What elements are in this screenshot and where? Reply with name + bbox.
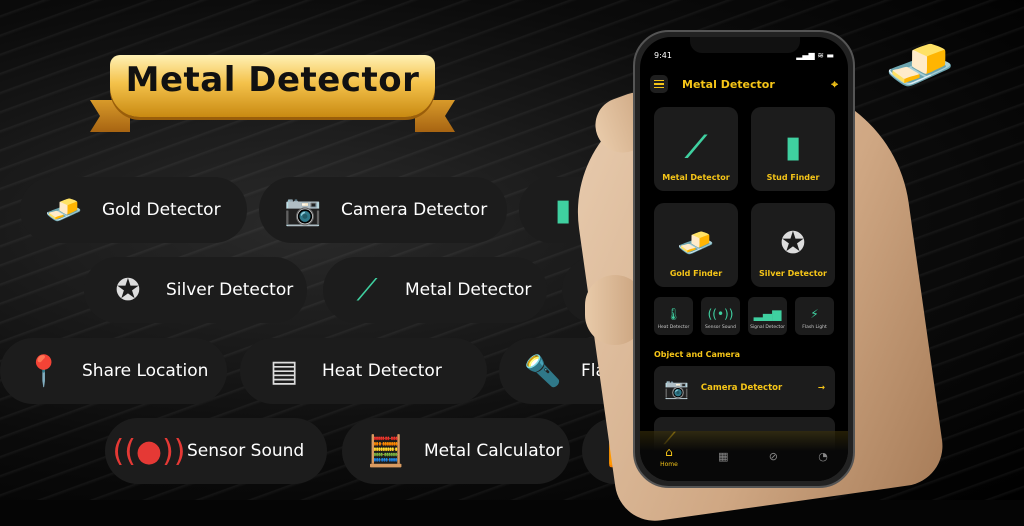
app-title: Metal Detector <box>682 77 775 91</box>
tool-heat-detector[interactable]: 🌡 Heat Detector <box>654 297 693 335</box>
location-icon[interactable]: ⌖ <box>831 77 838 92</box>
sound-waves-icon: ((●)) <box>112 433 186 469</box>
silver-medal-icon: ✪ <box>115 272 141 308</box>
app-header: Metal Detector ⌖ <box>650 75 838 93</box>
phone-mockup: 9:41 ▂▄▆ ≋ ▬ Metal Detector ⌖ ⟋ Metal Dete… <box>633 30 855 488</box>
list-item-camera-detector[interactable]: 📷 Camera Detector → <box>654 366 835 410</box>
heat-sensor-icon: ▤ <box>269 353 299 389</box>
lightning-icon: ⚡ <box>810 307 819 321</box>
silver-medal-icon: ✪ <box>780 226 806 261</box>
clock: 9:41 <box>654 51 672 60</box>
card-stud-finder[interactable]: ▮ Stud Finder <box>751 107 835 191</box>
title-ribbon: Metal Detector <box>90 50 455 135</box>
card-metal-detector[interactable]: ⟋ Metal Detector <box>654 107 738 191</box>
metal-wand-icon: ⟋ <box>356 272 378 308</box>
thermometer-icon: 🌡 <box>665 307 682 321</box>
bottom-nav: ⌂ Home ▦ ⊘ ◔ <box>640 431 848 481</box>
phone-screen: 9:41 ▂▄▆ ≋ ▬ Metal Detector ⌖ ⟋ Metal Dete… <box>640 37 848 481</box>
tool-signal-detector[interactable]: ▂▄▆ Signal Detector <box>748 297 787 335</box>
flashlight-icon: 🔦 <box>524 353 562 389</box>
menu-icon[interactable] <box>650 75 668 93</box>
stud-finder-icon: ▮ <box>784 130 802 165</box>
card-gold-finder[interactable]: 🧈 Gold Finder <box>654 203 738 287</box>
signal-bars-icon: ▂▄▆ <box>753 307 782 321</box>
feature-silver-detector: ✪ Silver Detector <box>84 257 307 323</box>
feature-sensor-sound: ((●)) Sensor Sound <box>105 418 327 484</box>
calculator-icon: 🧮 <box>367 433 405 469</box>
speedometer-icon[interactable]: ◔ <box>818 450 828 463</box>
status-bar: 9:41 ▂▄▆ ≋ ▬ <box>654 51 834 60</box>
nav-home[interactable]: ⌂ Home <box>660 445 678 468</box>
gold-bars-icon: 🧈 <box>885 33 955 98</box>
location-pin-icon: 📍 <box>25 353 63 389</box>
feature-metal-calculator: 🧮 Metal Calculator <box>342 418 570 484</box>
arrow-right-icon: → <box>817 383 825 393</box>
feature-share-location: 📍 Share Location <box>0 338 227 404</box>
feature-gold-detector: 🧈 Gold Detector <box>20 177 247 243</box>
signal-wifi-battery-icon: ▂▄▆ ≋ ▬ <box>796 51 834 60</box>
card-silver-detector[interactable]: ✪ Silver Detector <box>751 203 835 287</box>
calculator-icon[interactable]: ▦ <box>718 450 728 463</box>
sound-waves-icon: ((•)) <box>707 307 734 321</box>
camera-icon: 📷 <box>664 376 689 400</box>
gold-bars-icon: 🧈 <box>677 226 715 261</box>
home-icon: ⌂ <box>665 444 673 459</box>
feature-metal-detector: ⟋ Metal Detector <box>323 257 547 323</box>
feature-heat-detector: ▤ Heat Detector <box>240 338 487 404</box>
camera-icon: 📷 <box>284 192 322 228</box>
banner-title: Metal Detector <box>125 60 420 100</box>
tool-flash-light[interactable]: ⚡ Flash Light <box>795 297 834 335</box>
compass-icon[interactable]: ⊘ <box>769 450 778 463</box>
metal-wand-icon: ⟋ <box>685 130 707 165</box>
gold-bars-icon: 🧈 <box>45 192 83 228</box>
tool-sensor-sound[interactable]: ((•)) Sensor Sound <box>701 297 740 335</box>
feature-camera-detector: 📷 Camera Detector <box>259 177 507 243</box>
section-title: Object and Camera <box>654 350 741 359</box>
